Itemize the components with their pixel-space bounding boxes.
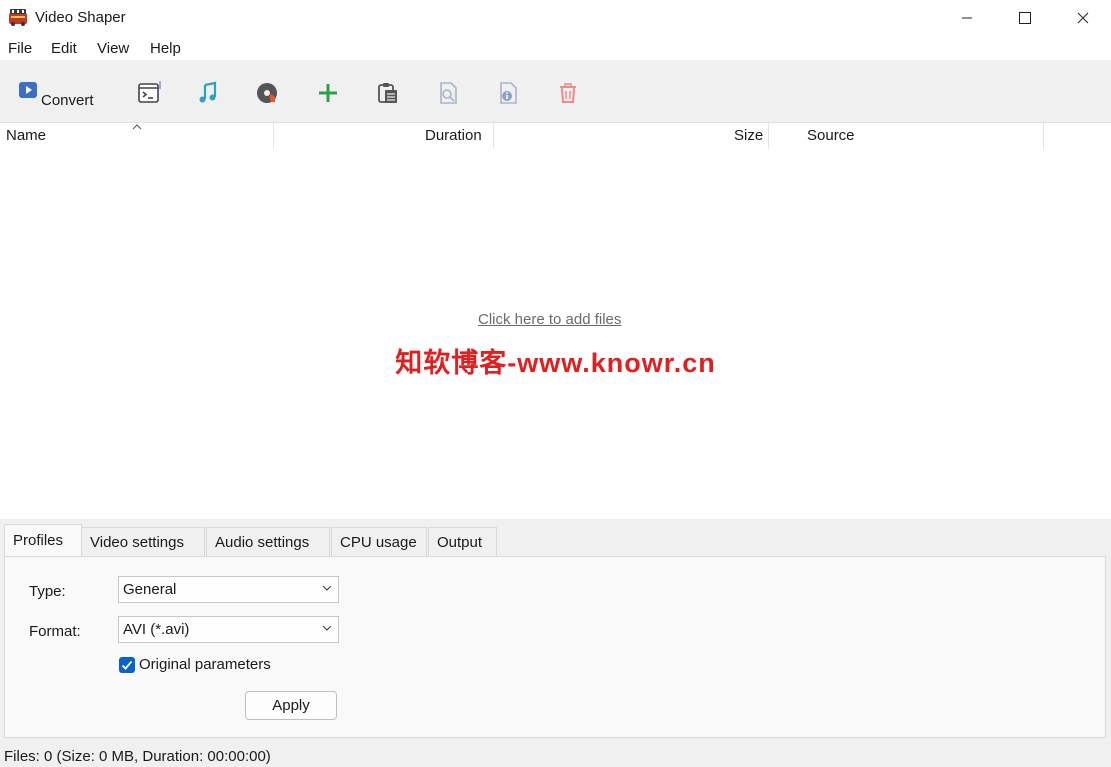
watermark-text: 知软博客-www.knowr.cn [395, 348, 716, 378]
type-value: General [123, 581, 177, 598]
menu-view[interactable]: View [97, 40, 129, 57]
convert-label: Convert [41, 92, 94, 109]
paste-button[interactable] [373, 78, 403, 108]
preview-icon [440, 82, 457, 104]
tab-output[interactable]: Output [428, 527, 497, 556]
settings-panel: Profiles Video settings Audio settings C… [0, 519, 1111, 741]
convert-button[interactable]: Convert [14, 78, 124, 118]
original-parameters-checkbox[interactable] [119, 657, 135, 673]
close-icon [1077, 12, 1089, 24]
column-name[interactable]: Name [6, 127, 46, 144]
column-divider[interactable] [1043, 123, 1044, 149]
column-size[interactable]: Size [734, 127, 763, 144]
maximize-button[interactable] [996, 0, 1054, 36]
delete-icon [560, 83, 576, 103]
column-divider[interactable] [273, 123, 274, 149]
tab-cpu-usage[interactable]: CPU usage [331, 527, 427, 556]
preview-button[interactable] [433, 78, 463, 108]
column-duration[interactable]: Duration [425, 127, 482, 144]
app-logo-icon [9, 9, 27, 26]
paste-icon [378, 83, 397, 103]
tab-audio-settings[interactable]: Audio settings [206, 527, 330, 556]
toolbar: Convert [0, 60, 1111, 123]
add-files-link[interactable]: Click here to add files [478, 311, 621, 328]
menu-help[interactable]: Help [150, 40, 181, 57]
info-icon [500, 82, 517, 104]
audio-button[interactable] [193, 78, 223, 108]
file-list-header: Name Duration Size Source [0, 123, 1111, 149]
original-parameters-label[interactable]: Original parameters [139, 656, 271, 673]
column-divider[interactable] [493, 123, 494, 149]
terminal-button[interactable] [134, 78, 164, 108]
disc-icon [257, 83, 277, 103]
window-title: Video Shaper [35, 9, 126, 26]
close-button[interactable] [1054, 0, 1111, 36]
sort-ascending-icon [132, 124, 142, 130]
column-divider[interactable] [768, 123, 769, 149]
type-select[interactable]: General [118, 576, 339, 603]
checkmark-icon [121, 660, 133, 670]
convert-icon [19, 82, 37, 98]
minimize-button[interactable] [938, 0, 996, 36]
menu-bar: File Edit View Help [0, 36, 1111, 60]
format-value: AVI (*.avi) [123, 621, 190, 638]
profiles-panel: Type: General Format: AVI (*.avi) Origin… [4, 556, 1106, 738]
column-source[interactable]: Source [807, 127, 855, 144]
file-list[interactable]: Click here to add files 知软博客-www.knowr.c… [0, 149, 1111, 519]
chevron-down-icon [322, 625, 332, 631]
maximize-icon [1019, 12, 1031, 24]
chevron-down-icon [322, 585, 332, 591]
apply-button[interactable]: Apply [245, 691, 337, 720]
format-select[interactable]: AVI (*.avi) [118, 616, 339, 643]
tab-video-settings[interactable]: Video settings [81, 527, 205, 556]
tab-profiles[interactable]: Profiles [4, 524, 82, 557]
add-files-button[interactable] [313, 78, 343, 108]
menu-edit[interactable]: Edit [51, 40, 77, 57]
properties-button[interactable] [493, 78, 523, 108]
format-label: Format: [29, 623, 81, 640]
status-text: Files: 0 (Size: 0 MB, Duration: 00:00:00… [4, 748, 271, 765]
delete-button[interactable] [553, 78, 583, 108]
status-bar: Files: 0 (Size: 0 MB, Duration: 00:00:00… [0, 741, 1111, 767]
minimize-icon [962, 17, 972, 19]
add-icon [319, 84, 337, 102]
music-icon [199, 81, 217, 103]
terminal-icon [138, 81, 161, 103]
type-label: Type: [29, 583, 66, 600]
menu-file[interactable]: File [8, 40, 32, 57]
burn-disc-button[interactable] [253, 78, 283, 108]
title-bar: Video Shaper [0, 0, 1111, 36]
